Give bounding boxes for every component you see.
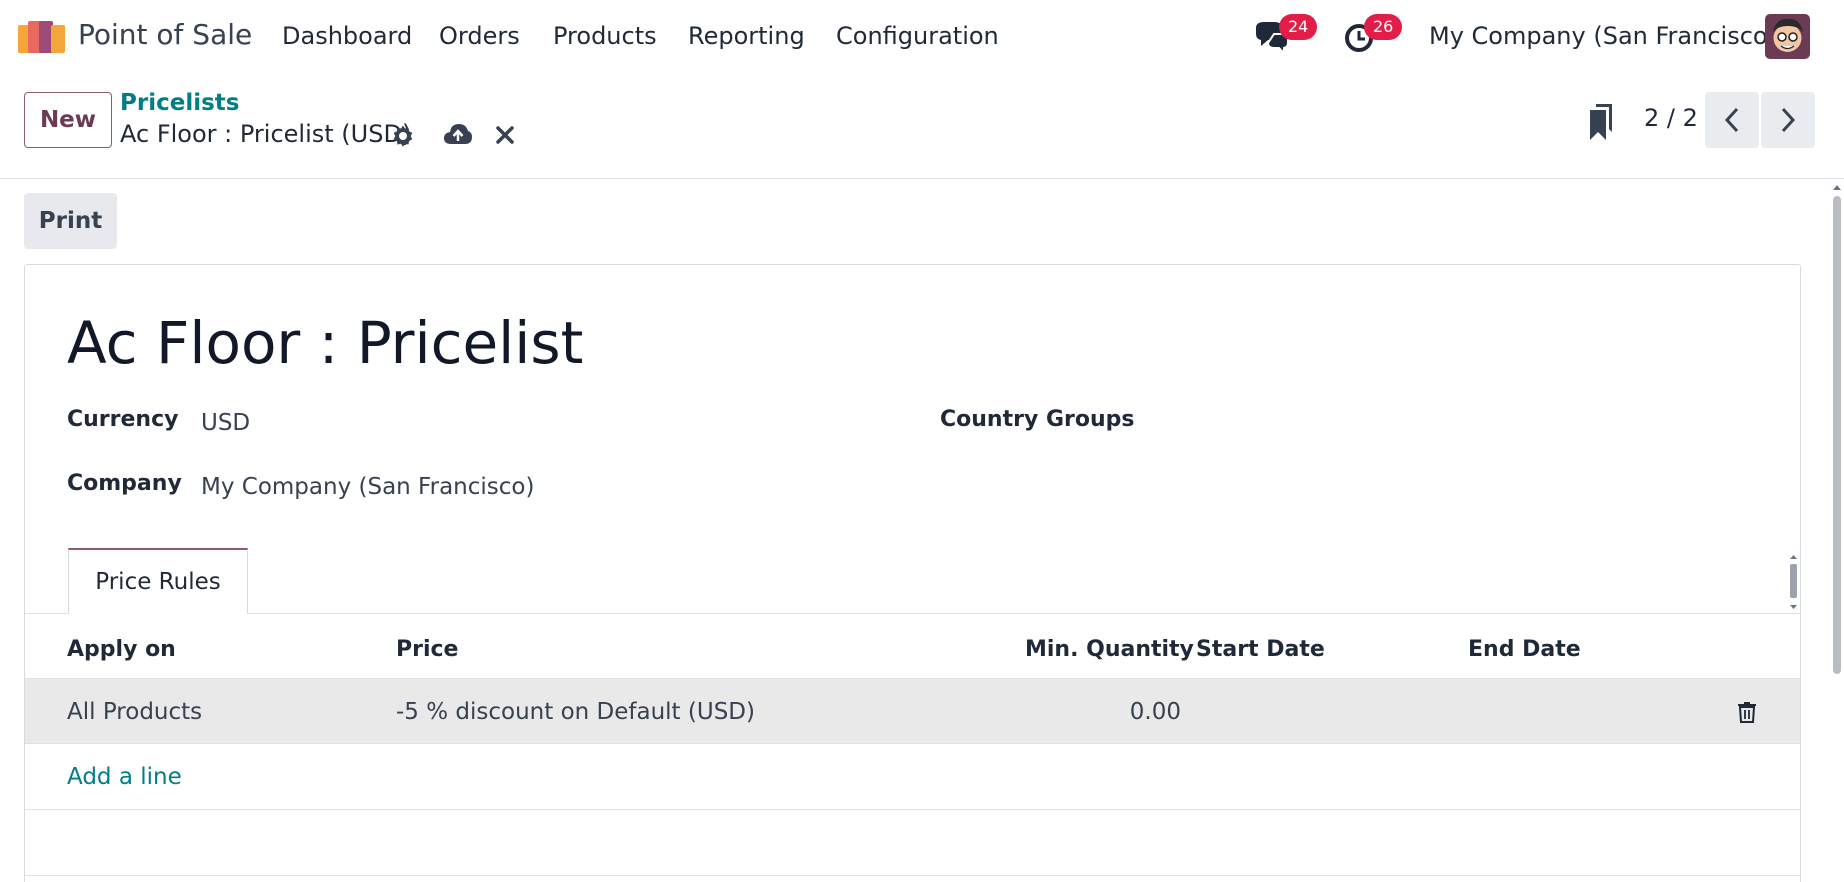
cell-min-quantity: 0.00: [1129, 699, 1181, 725]
table-row[interactable]: All Products -5 % discount on Default (U…: [25, 678, 1800, 744]
tab-price-rules[interactable]: Price Rules: [68, 548, 248, 614]
currency-field[interactable]: USD: [201, 410, 250, 436]
menu-configuration[interactable]: Configuration: [836, 22, 999, 50]
page-scrollbar-thumb[interactable]: [1833, 196, 1841, 674]
inner-scrollbar[interactable]: [1787, 551, 1800, 613]
chevron-left-icon: [1724, 107, 1739, 133]
control-panel: New Pricelists Ac Floor : Pricelist (USD…: [0, 74, 1844, 179]
col-price[interactable]: Price: [396, 637, 458, 662]
empty-table-row: [25, 810, 1800, 876]
chevron-right-icon: [1781, 107, 1796, 133]
print-button[interactable]: Print: [24, 193, 117, 249]
menu-products[interactable]: Products: [553, 22, 657, 50]
country-groups-field[interactable]: [1148, 405, 1748, 441]
page-scrollbar[interactable]: [1830, 180, 1844, 882]
pager-value[interactable]: 2 / 2: [1644, 104, 1698, 132]
cell-apply-on: All Products: [67, 699, 203, 725]
add-a-line-link[interactable]: Add a line: [67, 764, 182, 790]
company-switcher[interactable]: My Company (San Francisco): [1429, 22, 1777, 50]
scroll-up-arrow-icon[interactable]: [1833, 184, 1841, 192]
col-apply-on[interactable]: Apply on: [67, 637, 176, 662]
breadcrumb-current-record: Ac Floor : Pricelist (USD): [120, 120, 412, 148]
breadcrumb-pricelists[interactable]: Pricelists: [120, 90, 239, 116]
pager-previous-button[interactable]: [1705, 92, 1759, 148]
company-field[interactable]: My Company (San Francisco): [201, 474, 534, 500]
save-cloud-icon[interactable]: [443, 122, 473, 148]
company-label: Company: [67, 471, 182, 496]
user-avatar-icon: [1765, 14, 1810, 59]
tabs-divider: [25, 613, 1800, 614]
menu-dashboard[interactable]: Dashboard: [282, 22, 412, 50]
new-button[interactable]: New: [24, 92, 112, 148]
add-line-row: Add a line: [25, 744, 1800, 810]
col-min-quantity[interactable]: Min. Quantity: [1025, 637, 1194, 662]
cell-price: -5 % discount on Default (USD): [396, 699, 755, 725]
trash-icon[interactable]: [1737, 701, 1757, 723]
app-logo-icon[interactable]: [18, 21, 66, 53]
country-groups-label: Country Groups: [940, 407, 1135, 432]
currency-label: Currency: [67, 407, 179, 432]
top-navbar: Point of Sale Dashboard Orders Products …: [0, 0, 1844, 74]
col-end-date[interactable]: End Date: [1468, 637, 1581, 662]
pager-next-button[interactable]: [1761, 92, 1815, 148]
app-name[interactable]: Point of Sale: [78, 18, 252, 51]
menu-reporting[interactable]: Reporting: [688, 22, 805, 50]
gear-icon[interactable]: [391, 124, 415, 148]
inner-scrollbar-icon: [1790, 555, 1797, 609]
user-avatar[interactable]: [1765, 14, 1810, 59]
messages-badge: 24: [1279, 14, 1318, 40]
form-sheet: Ac Floor : Pricelist Currency USD Countr…: [24, 264, 1801, 882]
menu-orders[interactable]: Orders: [439, 22, 520, 50]
col-start-date[interactable]: Start Date: [1196, 637, 1325, 662]
activities-badge: 26: [1364, 14, 1403, 40]
pricelist-name-field[interactable]: Ac Floor : Pricelist: [67, 309, 583, 377]
discard-close-icon[interactable]: [496, 126, 514, 144]
bookmark-icon[interactable]: [1588, 104, 1614, 140]
